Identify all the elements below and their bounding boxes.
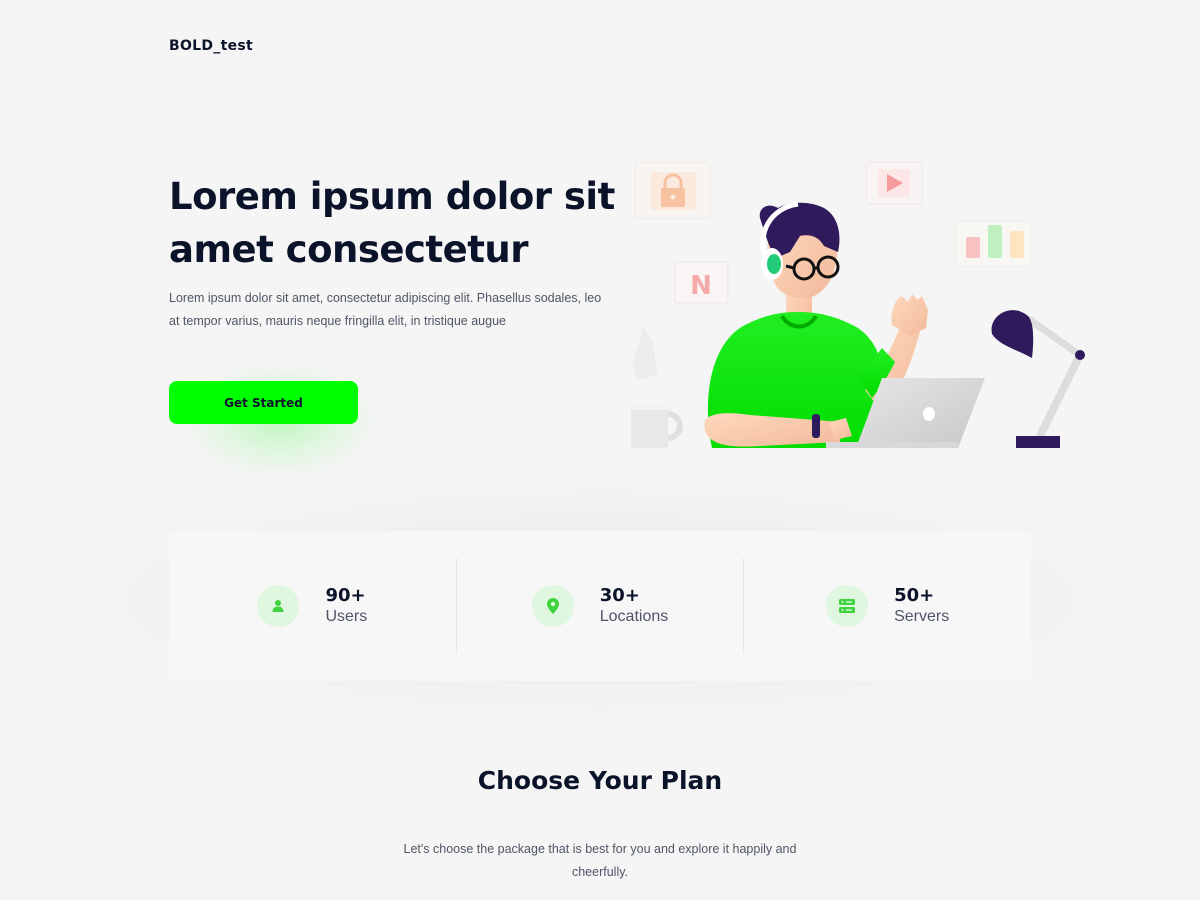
steam-icon — [632, 325, 658, 380]
bar-chart-icon — [955, 220, 1032, 267]
location-pin-icon — [531, 585, 574, 627]
brand-logo[interactable]: BOLD_test — [169, 38, 253, 54]
stat-label: Users — [325, 608, 368, 625]
server-icon — [826, 585, 869, 627]
stat-value: 90+ — [325, 585, 366, 606]
stat-label: Servers — [894, 608, 950, 625]
stat-locations: 30+ Locations — [457, 558, 745, 654]
stat-users: 90+ Users — [169, 558, 457, 654]
plans-description: Let's choose the package that is best fo… — [403, 842, 797, 879]
get-started-button[interactable]: Get Started — [169, 381, 358, 424]
stats-panel: 90+ Users 30+ Locations 50+ Servers — [169, 531, 1031, 681]
plans-title: Choose Your Plan — [477, 766, 723, 795]
desk-lamp-icon — [991, 310, 1085, 448]
stat-label: Locations — [599, 608, 669, 625]
n-badge-letter: N — [690, 271, 712, 301]
stat-value: 50+ — [894, 585, 935, 606]
n-badge-icon: N — [674, 261, 729, 304]
stat-value: 30+ — [599, 585, 640, 606]
hero-description: Lorem ipsum dolor sit amet, consectetur … — [169, 291, 602, 328]
hero-illustration: N — [631, 161, 1085, 448]
hero-title: Lorem ipsum dolor sit amet consectetur — [169, 175, 615, 271]
lock-icon — [634, 161, 711, 219]
coffee-mug-icon — [631, 404, 683, 448]
stat-servers: 50+ Servers — [744, 558, 1031, 654]
user-icon — [257, 585, 300, 627]
play-icon — [865, 161, 923, 205]
